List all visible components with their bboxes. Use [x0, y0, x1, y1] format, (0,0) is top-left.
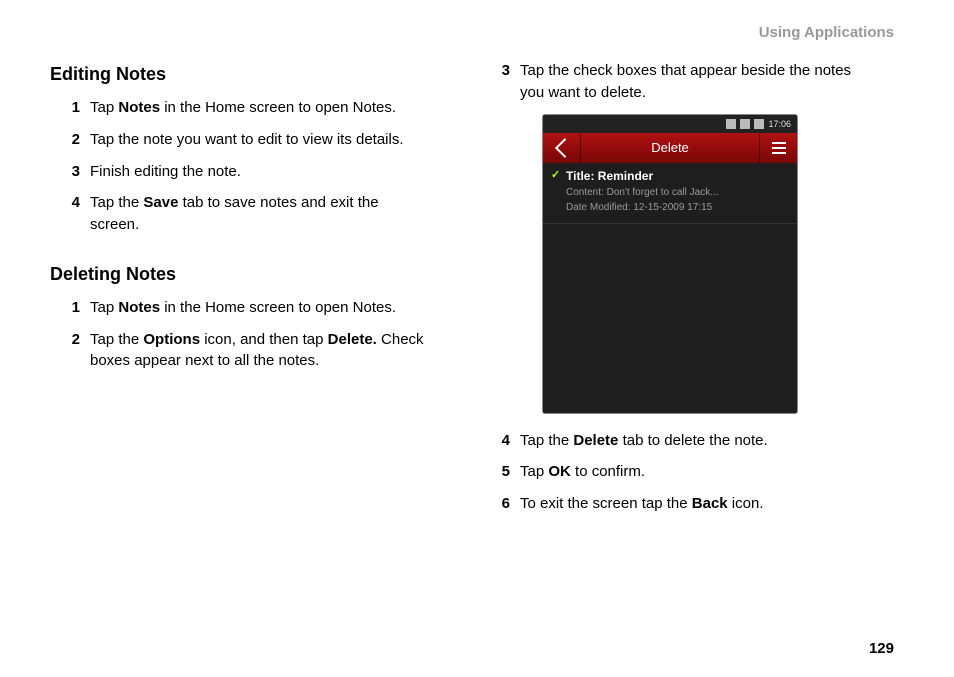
step-number: 3: [490, 60, 510, 82]
step-item: 5Tap OK to confirm.: [504, 461, 860, 483]
back-arrow-icon: [554, 138, 574, 158]
phone-screenshot: 17:06 Delete Title: Reminder Content: Do…: [542, 114, 798, 414]
deleting-steps-after: 4Tap the Delete tab to delete the note. …: [480, 430, 860, 515]
step-item: 4Tap the Save tab to save notes and exit…: [74, 192, 430, 236]
step-item: 4Tap the Delete tab to delete the note.: [504, 430, 860, 452]
page-number: 129: [869, 640, 894, 657]
heading-editing-notes: Editing Notes: [50, 64, 430, 85]
step-number: 5: [490, 461, 510, 483]
wifi-icon: [740, 119, 750, 129]
heading-deleting-notes: Deleting Notes: [50, 264, 430, 285]
signal-icon: [726, 119, 736, 129]
menu-button[interactable]: [759, 133, 797, 163]
step-text: Tap the Delete tab to delete the note.: [520, 432, 768, 449]
phone-statusbar: 17:06: [543, 115, 797, 133]
step-text: Tap the Options icon, and then tap Delet…: [90, 331, 424, 370]
step-text: Tap Notes in the Home screen to open Not…: [90, 99, 396, 116]
step-number: 4: [60, 192, 80, 214]
step-text: Tap Notes in the Home screen to open Not…: [90, 299, 396, 316]
phone-body: Title: Reminder Content: Don't forget to…: [543, 163, 797, 413]
appbar-title: Delete: [581, 133, 759, 163]
step-item: 3Tap the check boxes that appear beside …: [504, 60, 860, 104]
note-content: Content: Don't forget to call Jack...: [551, 185, 789, 200]
step-text: Tap the check boxes that appear beside t…: [520, 62, 851, 101]
back-button[interactable]: [543, 133, 581, 163]
note-date: Date Modified: 12-15-2009 17:15: [551, 200, 789, 215]
note-list-item[interactable]: Title: Reminder Content: Don't forget to…: [543, 163, 797, 224]
step-item: 1Tap Notes in the Home screen to open No…: [74, 97, 430, 119]
note-title-row: Title: Reminder: [551, 169, 789, 183]
step-text: Tap the Save tab to save notes and exit …: [90, 194, 379, 233]
step-item: 1Tap Notes in the Home screen to open No…: [74, 297, 430, 319]
running-header: Using Applications: [759, 24, 894, 41]
deleting-steps: 1 Tap Notes in the Home screen to open No…: [50, 297, 430, 372]
step-text: Finish editing the note.: [90, 163, 241, 180]
menu-icon: [772, 142, 786, 154]
phone-appbar: Delete: [543, 133, 797, 163]
checkbox-checked-icon[interactable]: [551, 170, 562, 181]
content-columns: Editing Notes 1 Tap Notes in the Home scr…: [50, 60, 904, 525]
step-number: 4: [490, 430, 510, 452]
step-item: 2Tap the Options icon, and then tap Dele…: [74, 329, 430, 373]
step-text: Tap OK to confirm.: [520, 463, 645, 480]
step-number: 6: [490, 493, 510, 515]
right-column: 3 Tap the check boxes that appear beside …: [480, 60, 860, 525]
step-item: 6To exit the screen tap the Back icon.: [504, 493, 860, 515]
step-item: 3Finish editing the note.: [74, 161, 430, 183]
step-text: To exit the screen tap the Back icon.: [520, 495, 764, 512]
step-number: 1: [60, 97, 80, 119]
step-text: Tap the note you want to edit to view it…: [90, 131, 404, 148]
left-column: Editing Notes 1 Tap Notes in the Home scr…: [50, 60, 430, 525]
note-title: Title: Reminder: [566, 169, 653, 183]
step-number: 2: [60, 329, 80, 351]
deleting-steps-cont: 3 Tap the check boxes that appear beside …: [480, 60, 860, 104]
step-number: 1: [60, 297, 80, 319]
step-item: 2Tap the note you want to edit to view i…: [74, 129, 430, 151]
editing-steps: 1 Tap Notes in the Home screen to open No…: [50, 97, 430, 236]
step-number: 3: [60, 161, 80, 183]
status-time: 17:06: [768, 119, 791, 129]
battery-icon: [754, 119, 764, 129]
step-number: 2: [60, 129, 80, 151]
